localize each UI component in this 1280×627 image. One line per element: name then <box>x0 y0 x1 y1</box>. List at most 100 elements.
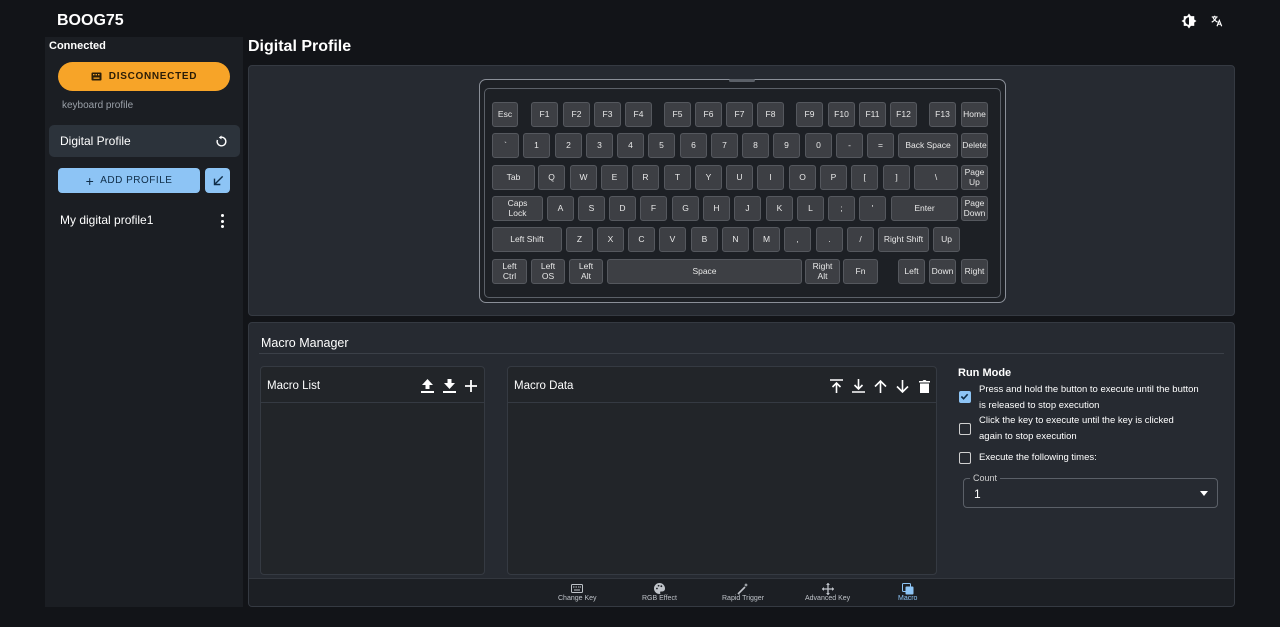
key-f8[interactable]: F8 <box>757 102 784 127</box>
key-f9[interactable]: F9 <box>796 102 823 127</box>
key-1[interactable]: 1 <box>523 133 550 158</box>
key-k[interactable]: K <box>766 196 793 221</box>
key-4[interactable]: 4 <box>617 133 644 158</box>
key-o[interactable]: O <box>789 165 816 190</box>
key-left-shift[interactable]: Left Shift <box>492 227 562 252</box>
option-times-checkbox[interactable] <box>959 452 971 464</box>
key-s[interactable]: S <box>578 196 605 221</box>
key-f13[interactable]: F13 <box>929 102 956 127</box>
nav-advanced-key[interactable]: Advanced Key <box>805 582 850 602</box>
brightness-icon[interactable] <box>1179 11 1199 31</box>
key-2[interactable]: 2 <box>555 133 582 158</box>
key-3[interactable]: 3 <box>586 133 613 158</box>
key-d[interactable]: D <box>609 196 636 221</box>
active-profile-item[interactable]: Digital Profile <box>49 125 240 157</box>
key-q[interactable]: Q <box>538 165 565 190</box>
key-r[interactable]: R <box>632 165 659 190</box>
key-][interactable]: ] <box>883 165 910 190</box>
key-f7[interactable]: F7 <box>726 102 753 127</box>
key-f11[interactable]: F11 <box>859 102 886 127</box>
key-w[interactable]: W <box>570 165 597 190</box>
key-fn[interactable]: Fn <box>843 259 878 284</box>
key-y[interactable]: Y <box>695 165 722 190</box>
more-options-icon[interactable] <box>218 213 226 229</box>
count-select[interactable]: Count 1 <box>963 473 1218 508</box>
key-9[interactable]: 9 <box>773 133 800 158</box>
key-left-alt[interactable]: Left Alt <box>569 259 603 284</box>
key-f10[interactable]: F10 <box>828 102 855 127</box>
import-profile-button[interactable] <box>205 168 230 193</box>
key-back-space[interactable]: Back Space <box>898 133 958 158</box>
arrow-up-icon[interactable] <box>872 378 888 394</box>
key-\[interactable]: \ <box>914 165 958 190</box>
key-f2[interactable]: F2 <box>563 102 590 127</box>
key-7[interactable]: 7 <box>711 133 738 158</box>
reset-icon[interactable] <box>215 135 228 148</box>
key-page-down[interactable]: Page Down <box>961 196 988 221</box>
nav-macro[interactable]: Macro <box>898 582 917 602</box>
key-/[interactable]: / <box>847 227 874 252</box>
key-6[interactable]: 6 <box>680 133 707 158</box>
key-p[interactable]: P <box>820 165 847 190</box>
key-right-shift[interactable]: Right Shift <box>878 227 929 252</box>
key-c[interactable]: C <box>628 227 655 252</box>
nav-rapid-trigger[interactable]: Rapid Trigger <box>722 582 764 602</box>
key-i[interactable]: I <box>757 165 784 190</box>
key-g[interactable]: G <box>672 196 699 221</box>
add-profile-button[interactable]: + ADD PROFILE <box>58 168 200 193</box>
key-8[interactable]: 8 <box>742 133 769 158</box>
key-`[interactable]: ` <box>492 133 519 158</box>
key-f1[interactable]: F1 <box>531 102 558 127</box>
key-x[interactable]: X <box>597 227 624 252</box>
key-,[interactable]: , <box>784 227 811 252</box>
key-left-os[interactable]: Left OS <box>531 259 565 284</box>
option-hold-checkbox[interactable] <box>959 391 971 403</box>
nav-change-key[interactable]: Change Key <box>558 583 597 602</box>
key-left[interactable]: Left <box>898 259 925 284</box>
key-[[interactable]: [ <box>851 165 878 190</box>
option-toggle-checkbox[interactable] <box>959 423 971 435</box>
upload-icon[interactable] <box>419 378 435 394</box>
key-f6[interactable]: F6 <box>695 102 722 127</box>
key-f5[interactable]: F5 <box>664 102 691 127</box>
key-v[interactable]: V <box>659 227 686 252</box>
key-z[interactable]: Z <box>566 227 593 252</box>
key-=[interactable]: = <box>867 133 894 158</box>
key-enter[interactable]: Enter <box>891 196 958 221</box>
key-f[interactable]: F <box>640 196 667 221</box>
move-to-top-icon[interactable] <box>828 378 844 394</box>
key-b[interactable]: B <box>691 227 718 252</box>
key-t[interactable]: T <box>664 165 691 190</box>
key-f12[interactable]: F12 <box>890 102 917 127</box>
key-left-ctrl[interactable]: Left Ctrl <box>492 259 527 284</box>
key-tab[interactable]: Tab <box>492 165 535 190</box>
key-j[interactable]: J <box>734 196 761 221</box>
key-up[interactable]: Up <box>933 227 960 252</box>
key-right-alt[interactable]: Right Alt <box>805 259 840 284</box>
key-delete[interactable]: Delete <box>961 133 988 158</box>
key-5[interactable]: 5 <box>648 133 675 158</box>
download-icon[interactable] <box>441 378 457 394</box>
key-f3[interactable]: F3 <box>594 102 621 127</box>
profile-list-item[interactable]: My digital profile1 <box>60 213 153 227</box>
key-right[interactable]: Right <box>961 259 988 284</box>
key--[interactable]: - <box>836 133 863 158</box>
key-0[interactable]: 0 <box>805 133 832 158</box>
key-h[interactable]: H <box>703 196 730 221</box>
key-f4[interactable]: F4 <box>625 102 652 127</box>
move-to-bottom-icon[interactable] <box>850 378 866 394</box>
key-space[interactable]: Space <box>607 259 802 284</box>
key-a[interactable]: A <box>547 196 574 221</box>
translate-icon[interactable] <box>1207 11 1227 31</box>
arrow-down-icon[interactable] <box>894 378 910 394</box>
nav-rgb-effect[interactable]: RGB Effect <box>642 583 677 602</box>
key-home[interactable]: Home <box>961 102 988 127</box>
key-;[interactable]: ; <box>828 196 855 221</box>
key-.[interactable]: . <box>816 227 843 252</box>
key-esc[interactable]: Esc <box>492 102 518 127</box>
key-e[interactable]: E <box>601 165 628 190</box>
key-down[interactable]: Down <box>929 259 956 284</box>
key-caps-lock[interactable]: Caps Lock <box>492 196 543 221</box>
add-macro-icon[interactable] <box>463 378 479 394</box>
delete-icon[interactable] <box>916 378 932 394</box>
